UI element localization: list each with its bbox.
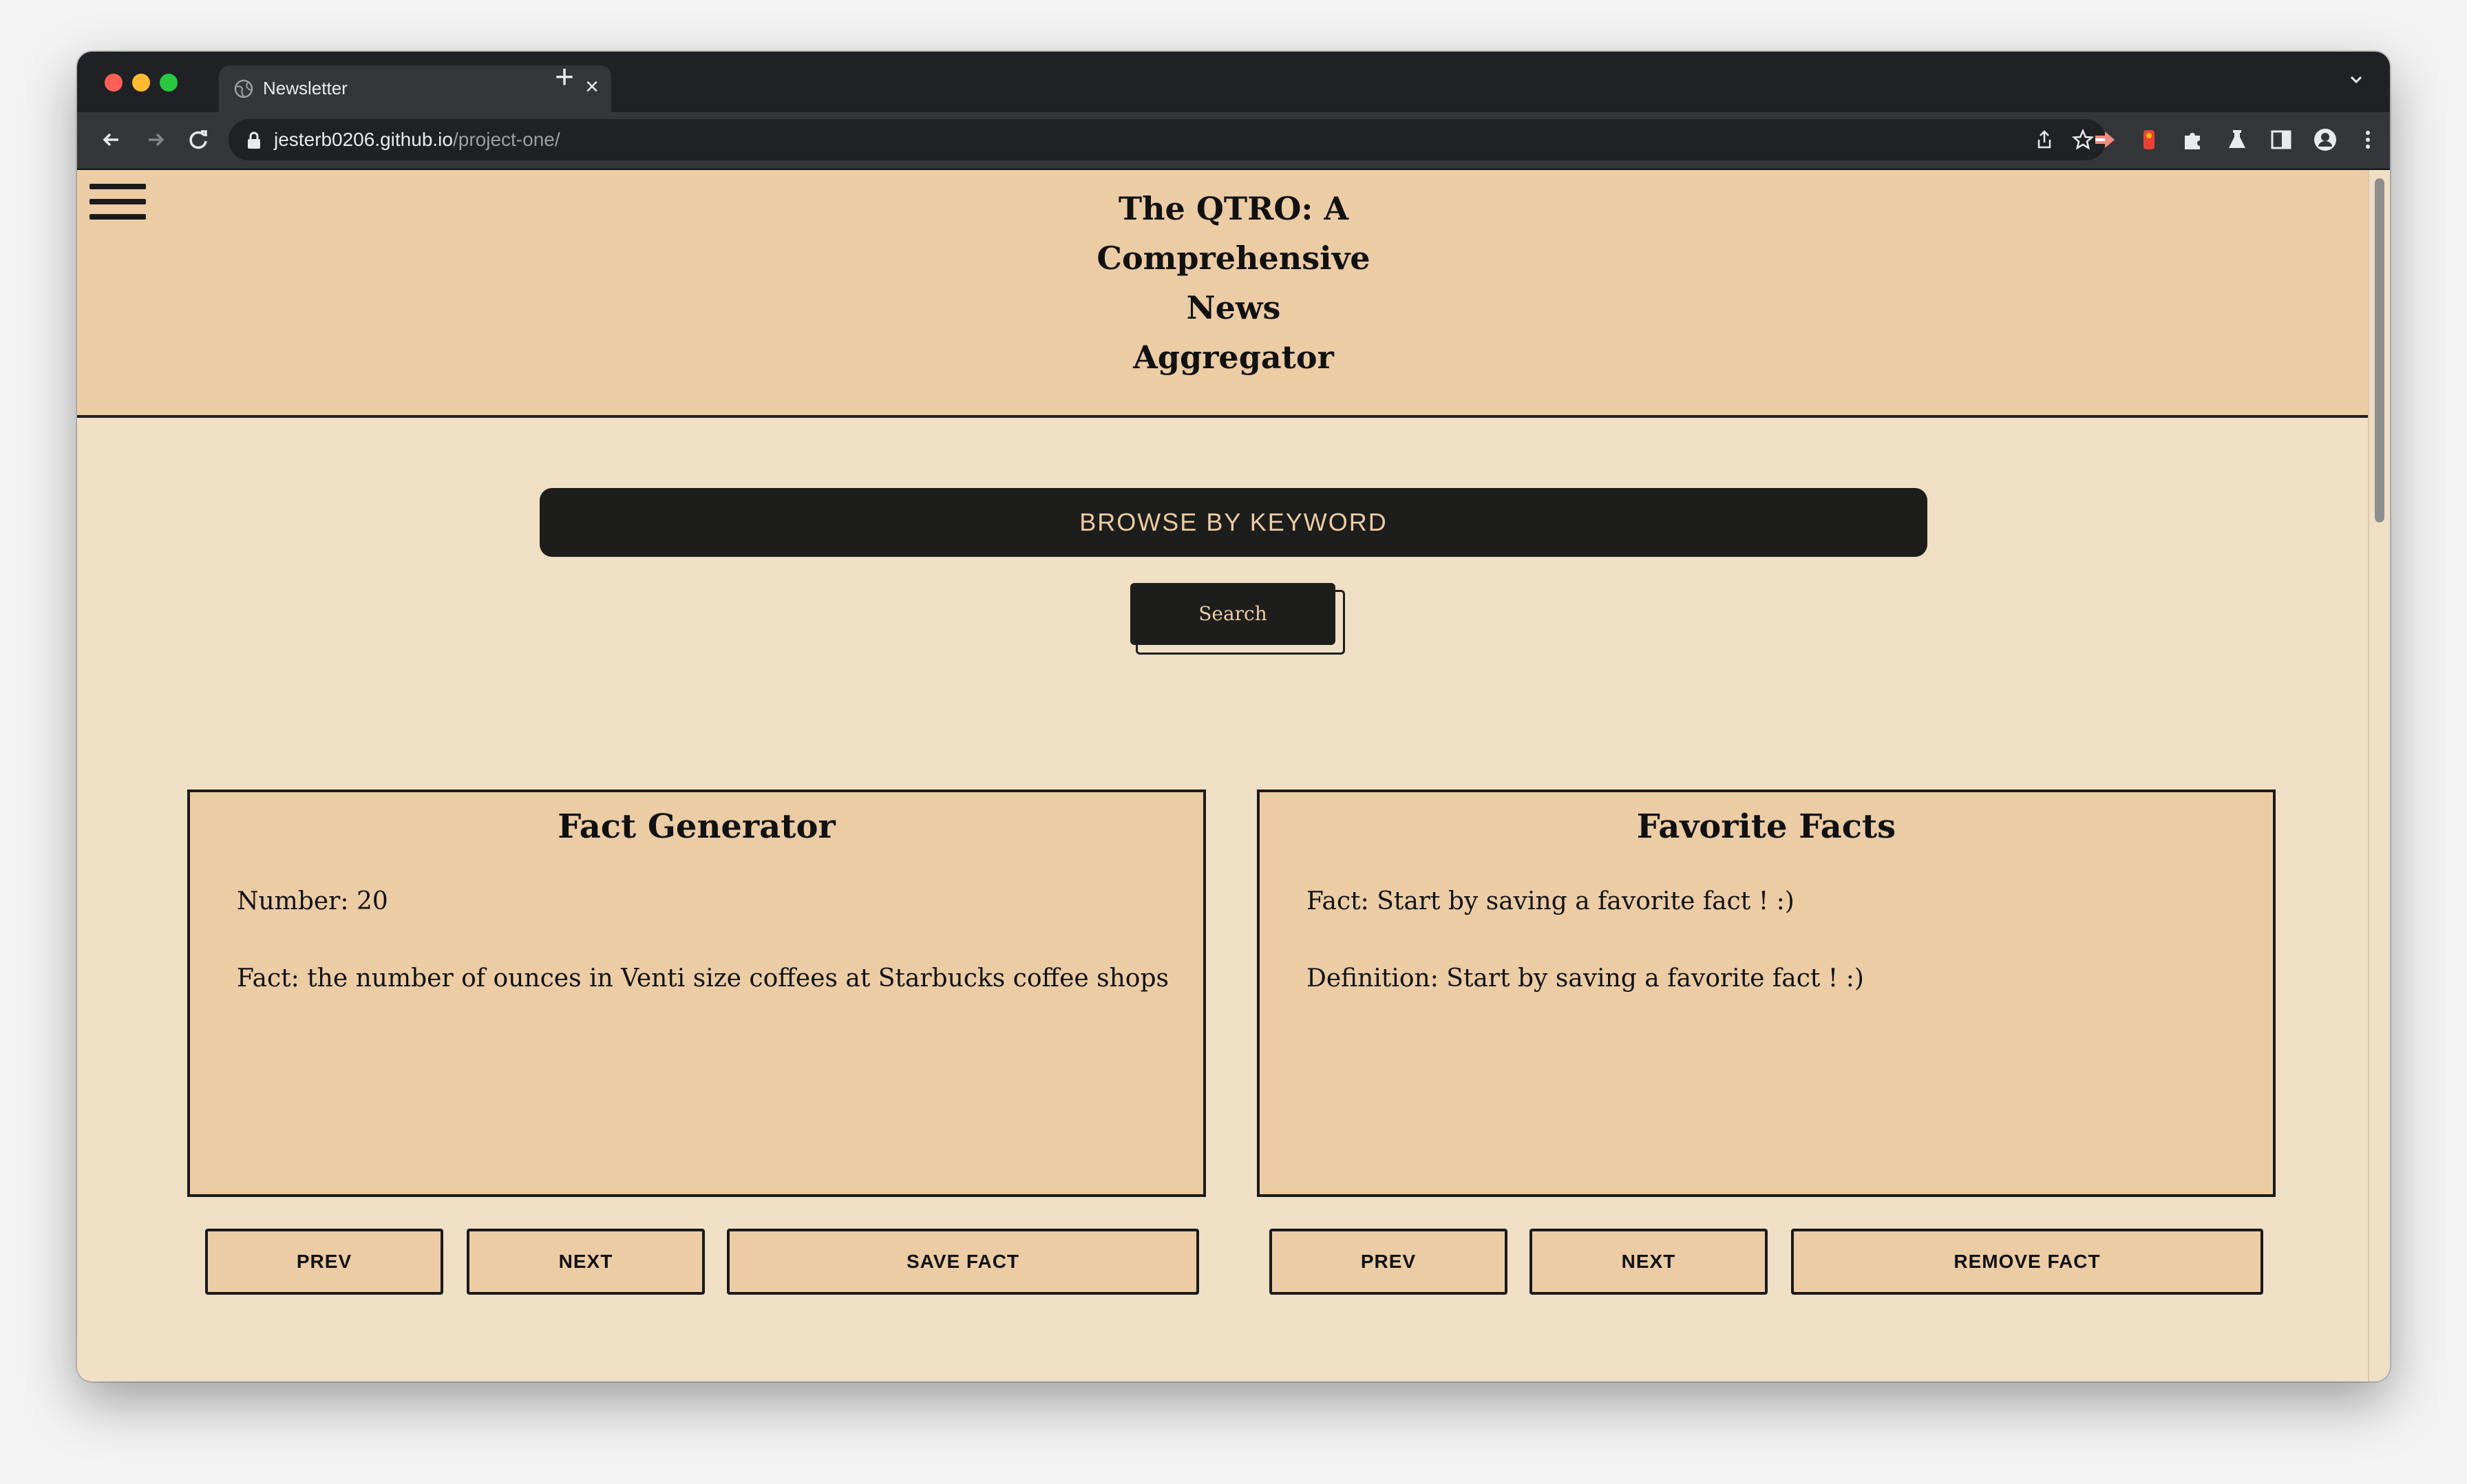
globe-icon [234,79,253,98]
extension-red-figure-icon[interactable] [2137,127,2161,152]
side-panel-icon[interactable] [2269,127,2294,152]
site-title-line: Comprehensive [1097,240,1370,277]
fact-prev-button[interactable]: PREV [205,1229,443,1295]
favorite-fact-definition: Definition: Start by saving a favorite f… [1306,964,1864,993]
browse-by-keyword-button[interactable]: BROWSE BY KEYWORD [540,488,1927,557]
profile-icon[interactable] [2313,127,2338,152]
favorite-prev-button[interactable]: PREV [1269,1229,1507,1295]
fact-text: Fact: the number of ounces in Venti size… [237,964,1169,993]
favorite-facts-title: Favorite Facts [1636,807,1896,846]
url-host: jesterb0206.github.io [274,129,453,150]
browser-window: Newsletter × + jesterb0206.github.io/pro… [77,52,2390,1381]
site-header: The QTRO: A Comprehensive News Aggregato… [77,170,2369,418]
site-title: The QTRO: A Comprehensive News Aggregato… [1068,184,1399,382]
site-title-line: Aggregator [1133,339,1334,376]
search-button-wrap: Search [1130,583,1345,655]
share-icon[interactable] [2033,129,2055,151]
page-scrollbar[interactable] [2368,170,2390,1381]
reload-icon[interactable] [184,126,212,153]
fact-generator-title: Fact Generator [558,807,836,846]
close-icon[interactable]: × [585,75,599,98]
url-text: jesterb0206.github.io/project-one/ [274,129,560,151]
favorite-fact-text: Fact: Start by saving a favorite fact ! … [1306,887,1794,915]
menu-bar-line [89,199,146,204]
favorite-facts-card: Favorite Facts Fact: Start by saving a f… [1257,789,2276,1197]
address-bar[interactable]: jesterb0206.github.io/project-one/ [229,119,2106,160]
remove-fact-button[interactable]: REMOVE FACT [1791,1229,2263,1295]
fact-generator-card: Fact Generator Number: 20 Fact: the numb… [187,789,1206,1197]
url-path: /project-one/ [452,129,560,150]
menu-bar-line [89,184,146,189]
lock-icon [248,131,260,149]
new-tab-button[interactable]: + [555,61,574,94]
hamburger-menu-icon[interactable] [89,184,146,222]
search-button[interactable]: Search [1130,583,1335,645]
tab-newsletter[interactable]: Newsletter × [219,65,611,112]
fact-number: Number: 20 [237,887,388,915]
maximize-window-button[interactable] [160,74,178,92]
site-title-line: The QTRO: A [1118,190,1349,227]
kebab-menu-icon[interactable] [2355,127,2380,152]
scrollbar-thumb[interactable] [2375,178,2384,522]
chevron-down-icon[interactable] [2346,70,2367,90]
extension-red-arrow-icon[interactable] [2093,127,2117,152]
forward-arrow-icon[interactable] [142,126,169,153]
favorite-next-button[interactable]: NEXT [1529,1229,1768,1295]
close-window-button[interactable] [105,74,123,92]
save-fact-button[interactable]: SAVE FACT [727,1229,1199,1295]
fact-next-button[interactable]: NEXT [467,1229,705,1295]
browser-toolbar: jesterb0206.github.io/project-one/ [77,112,2390,170]
menu-bar-line [89,214,146,220]
minimize-window-button[interactable] [132,74,150,92]
tab-title: Newsletter [263,78,348,98]
page-viewport: The QTRO: A Comprehensive News Aggregato… [77,170,2369,1381]
back-arrow-icon[interactable] [98,126,125,153]
tab-strip: Newsletter × + [77,52,2390,112]
puzzle-icon[interactable] [2181,127,2205,152]
site-title-line: News [1186,289,1281,326]
star-icon[interactable] [2072,129,2094,151]
lab-flask-icon[interactable] [2225,127,2249,152]
